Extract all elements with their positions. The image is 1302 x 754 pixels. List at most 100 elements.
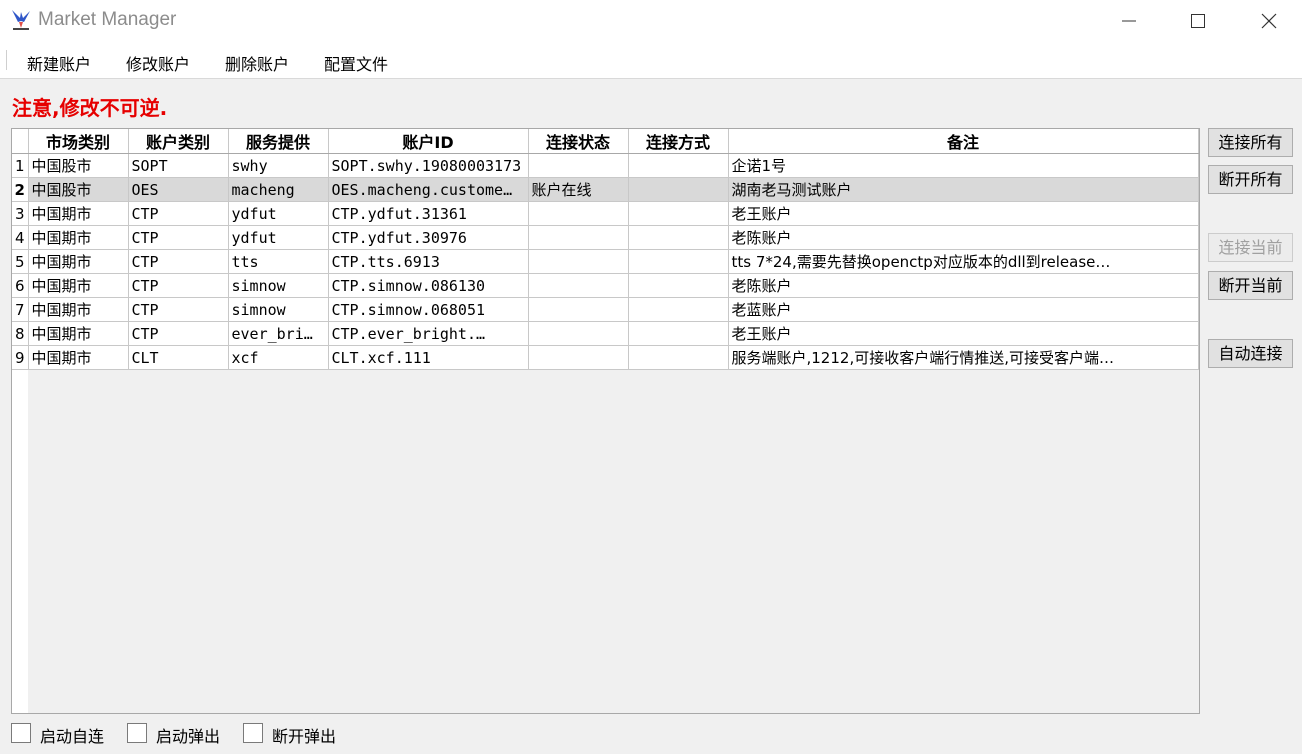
cell-status[interactable]	[528, 201, 629, 226]
column-header-provider[interactable]: 服务提供	[228, 129, 329, 154]
table-row[interactable]: 1 中国股市 SOPT swhy SOPT.swhy.19080003173 企诺1号	[12, 153, 1199, 178]
cell-account-type[interactable]: CLT	[128, 345, 229, 370]
cell-note[interactable]: 湖南老马测试账户	[728, 177, 1199, 202]
cell-method[interactable]	[628, 225, 729, 250]
cell-market[interactable]: 中国期市	[28, 273, 129, 298]
cell-market[interactable]: 中国期市	[28, 345, 129, 370]
row-number[interactable]: 8	[12, 321, 29, 346]
maximize-button[interactable]	[1175, 0, 1221, 42]
cell-market[interactable]: 中国期市	[28, 249, 129, 274]
cell-account-id[interactable]: CTP.ydfut.30976	[328, 225, 529, 250]
auto-connect-on-start-checkbox[interactable]	[11, 723, 31, 743]
cell-status[interactable]: 账户在线	[528, 177, 629, 202]
cell-account-type[interactable]: CTP	[128, 321, 229, 346]
cell-account-type[interactable]: CTP	[128, 225, 229, 250]
cell-method[interactable]	[628, 345, 729, 370]
table-row[interactable]: 2 中国股市 OES macheng OES.macheng.custome… 账户在线 湖…	[12, 177, 1199, 202]
cell-method[interactable]	[628, 249, 729, 274]
corner-header[interactable]	[12, 129, 29, 154]
column-header-account-id[interactable]: 账户ID	[328, 129, 529, 154]
cell-status[interactable]	[528, 153, 629, 178]
table-row[interactable]: 4 中国期市 CTP ydfut CTP.ydfut.30976 老陈账户	[12, 225, 1199, 250]
table-row[interactable]: 3 中国期市 CTP ydfut CTP.ydfut.31361 老王账户	[12, 201, 1199, 226]
cell-note[interactable]: 老王账户	[728, 201, 1199, 226]
cell-account-id[interactable]: SOPT.swhy.19080003173	[328, 153, 529, 178]
cell-note[interactable]: 老王账户	[728, 321, 1199, 346]
row-number[interactable]: 4	[12, 225, 29, 250]
cell-provider[interactable]: tts	[228, 249, 329, 274]
cell-account-type[interactable]: CTP	[128, 297, 229, 322]
cell-method[interactable]	[628, 153, 729, 178]
cell-status[interactable]	[528, 297, 629, 322]
table-row[interactable]: 5 中国期市 CTP tts CTP.tts.6913 tts 7*24,需要先替换ope…	[12, 249, 1199, 274]
cell-account-type[interactable]: CTP	[128, 249, 229, 274]
disconnect-current-button[interactable]: 断开当前	[1208, 271, 1293, 300]
table-row[interactable]: 9 中国期市 CLT xcf CLT.xcf.111 服务端账户,1212,可接收客户端行…	[12, 345, 1199, 370]
cell-method[interactable]	[628, 177, 729, 202]
menu-edit-account[interactable]: 修改账户	[126, 51, 190, 75]
cell-market[interactable]: 中国期市	[28, 321, 129, 346]
cell-account-id[interactable]: CTP.ever_bright.…	[328, 321, 529, 346]
accounts-table[interactable]: 市场类别 账户类别 服务提供 账户ID 连接状态 连接方式 备注 1 中国股市 SO…	[11, 128, 1200, 714]
auto-connect-button[interactable]: 自动连接	[1208, 339, 1293, 368]
column-header-status[interactable]: 连接状态	[528, 129, 629, 154]
cell-status[interactable]	[528, 273, 629, 298]
column-header-market[interactable]: 市场类别	[28, 129, 129, 154]
cell-account-id[interactable]: CTP.tts.6913	[328, 249, 529, 274]
disconnect-all-button[interactable]: 断开所有	[1208, 165, 1293, 194]
column-header-note[interactable]: 备注	[728, 129, 1199, 154]
close-button[interactable]	[1246, 0, 1292, 42]
connect-all-button[interactable]: 连接所有	[1208, 128, 1293, 157]
cell-provider[interactable]: ydfut	[228, 225, 329, 250]
row-number[interactable]: 2	[12, 177, 29, 202]
cell-provider[interactable]: simnow	[228, 297, 329, 322]
cell-market[interactable]: 中国股市	[28, 153, 129, 178]
connect-current-button[interactable]: 连接当前	[1208, 233, 1293, 262]
menu-delete-account[interactable]: 删除账户	[225, 51, 289, 75]
column-header-account-type[interactable]: 账户类别	[128, 129, 229, 154]
popup-on-start-checkbox[interactable]	[127, 723, 147, 743]
cell-method[interactable]	[628, 201, 729, 226]
row-number[interactable]: 1	[12, 153, 29, 178]
cell-provider[interactable]: simnow	[228, 273, 329, 298]
menu-new-account[interactable]: 新建账户	[27, 51, 91, 75]
column-header-method[interactable]: 连接方式	[628, 129, 729, 154]
cell-method[interactable]	[628, 273, 729, 298]
minimize-button[interactable]	[1106, 0, 1152, 42]
cell-account-id[interactable]: OES.macheng.custome…	[328, 177, 529, 202]
cell-note[interactable]: 企诺1号	[728, 153, 1199, 178]
cell-method[interactable]	[628, 297, 729, 322]
cell-market[interactable]: 中国期市	[28, 297, 129, 322]
table-row[interactable]: 8 中国期市 CTP ever_bri… CTP.ever_bright.… 老王账户	[12, 321, 1199, 346]
cell-account-id[interactable]: CTP.simnow.068051	[328, 297, 529, 322]
cell-method[interactable]	[628, 321, 729, 346]
table-row[interactable]: 7 中国期市 CTP simnow CTP.simnow.068051 老蓝账户	[12, 297, 1199, 322]
cell-provider[interactable]: swhy	[228, 153, 329, 178]
cell-provider[interactable]: ydfut	[228, 201, 329, 226]
cell-account-id[interactable]: CTP.simnow.086130	[328, 273, 529, 298]
cell-account-type[interactable]: CTP	[128, 201, 229, 226]
menu-config-file[interactable]: 配置文件	[324, 51, 388, 75]
cell-account-id[interactable]: CLT.xcf.111	[328, 345, 529, 370]
row-number[interactable]: 5	[12, 249, 29, 274]
cell-status[interactable]	[528, 321, 629, 346]
cell-provider[interactable]: xcf	[228, 345, 329, 370]
cell-status[interactable]	[528, 345, 629, 370]
cell-note[interactable]: 老蓝账户	[728, 297, 1199, 322]
cell-market[interactable]: 中国股市	[28, 177, 129, 202]
cell-market[interactable]: 中国期市	[28, 225, 129, 250]
cell-account-type[interactable]: OES	[128, 177, 229, 202]
cell-note[interactable]: tts 7*24,需要先替换openctp对应版本的dll到release…	[728, 249, 1199, 274]
row-number[interactable]: 6	[12, 273, 29, 298]
row-number[interactable]: 3	[12, 201, 29, 226]
table-row[interactable]: 6 中国期市 CTP simnow CTP.simnow.086130 老陈账户	[12, 273, 1199, 298]
cell-account-type[interactable]: SOPT	[128, 153, 229, 178]
popup-on-disconnect-checkbox[interactable]	[243, 723, 263, 743]
cell-account-type[interactable]: CTP	[128, 273, 229, 298]
cell-status[interactable]	[528, 249, 629, 274]
cell-provider[interactable]: macheng	[228, 177, 329, 202]
cell-note[interactable]: 老陈账户	[728, 225, 1199, 250]
cell-note[interactable]: 老陈账户	[728, 273, 1199, 298]
cell-provider[interactable]: ever_bri…	[228, 321, 329, 346]
row-number[interactable]: 7	[12, 297, 29, 322]
